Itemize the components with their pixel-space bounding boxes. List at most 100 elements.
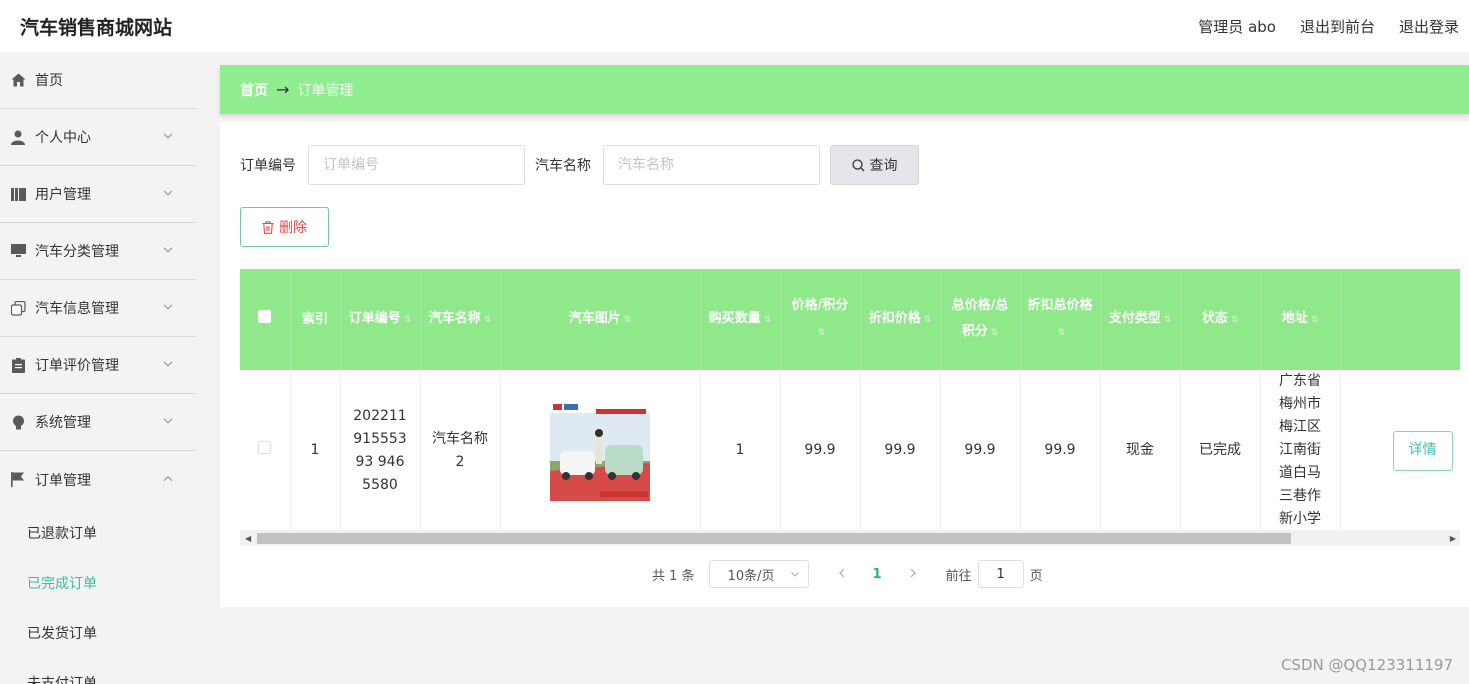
sidebar-item-label: 个人中心 <box>35 130 91 146</box>
select-all-checkbox[interactable] <box>258 309 272 323</box>
sort-icon[interactable]: ⇅ <box>818 320 826 346</box>
scroll-left-icon[interactable]: ◀ <box>245 534 251 543</box>
column-header[interactable]: 汽车图片 ⇅ <box>500 269 701 370</box>
sidebar-subitem-shipped[interactable]: 已发货订单 <box>0 608 196 658</box>
sidebar: 首页 个人中心 用户管理 汽车分类管理 汽车信息管理 订单评价管理 系统管理 订… <box>0 52 196 684</box>
status-cell: 已完成 <box>1180 370 1261 532</box>
monitor-icon <box>10 243 26 259</box>
site-title: 汽车销售商城网站 <box>20 16 173 39</box>
horizontal-scrollbar[interactable]: ◀ ▶ <box>240 530 1460 546</box>
car-image[interactable] <box>550 400 650 501</box>
admin-label: 管理员 abo <box>1198 17 1276 36</box>
clipboard-icon <box>10 357 26 373</box>
sort-icon[interactable]: ⇅ <box>1164 307 1172 333</box>
sidebar-item-car-info[interactable]: 汽车信息管理 <box>0 280 196 337</box>
actions-cell: 详情 <box>1340 370 1460 532</box>
sidebar-item-users[interactable]: 用户管理 <box>0 166 196 223</box>
sidebar-item-orders[interactable]: 订单管理 <box>0 451 196 508</box>
sidebar-subitem-unpaid[interactable]: 未支付订单 <box>0 658 196 684</box>
sort-icon[interactable]: ⇅ <box>1058 320 1066 346</box>
exit-to-front-link[interactable]: 退出到前台 <box>1300 16 1375 37</box>
top-actions: 管理员 abo 退出到前台 退出登录 <box>1198 16 1459 37</box>
column-header[interactable]: 折扣总价格⇅ <box>1020 269 1101 370</box>
delete-button-label: 删除 <box>279 220 307 236</box>
table-row: 1 20221191555393 9465580 汽车名称2 1 99.9 99… <box>240 370 1460 532</box>
sidebar-item-label: 订单管理 <box>35 472 91 489</box>
sidebar-subitem-refunded[interactable]: 已退款订单 <box>0 508 196 558</box>
sidebar-subitem-completed[interactable]: 已完成订单 <box>0 558 196 608</box>
row-checkbox[interactable] <box>258 441 272 454</box>
column-header[interactable]: 汽车名称 ⇅ <box>420 269 501 370</box>
price-cell: 99.9 <box>780 370 861 532</box>
breadcrumb-home[interactable]: 首页 <box>240 80 268 100</box>
column-header[interactable]: 支付类型 ⇅ <box>1100 269 1181 370</box>
logout-link[interactable]: 退出登录 <box>1399 16 1459 37</box>
sidebar-item-home[interactable]: 首页 <box>0 52 196 109</box>
table-header-row: 索引 订单编号 ⇅ 汽车名称 ⇅ 汽车图片 ⇅ 购买数量 ⇅ 价格/积分⇅ 折扣价格 ⇅ … <box>240 269 1460 370</box>
sidebar-item-system[interactable]: 系统管理 <box>0 394 196 451</box>
scrollbar-thumb[interactable] <box>257 533 1291 544</box>
watermark: CSDN @QQ123311197 <box>1280 656 1453 674</box>
sidebar-item-profile[interactable]: 个人中心 <box>0 109 196 166</box>
book-icon <box>10 186 26 202</box>
sidebar-item-order-review[interactable]: 订单评价管理 <box>0 337 196 394</box>
order-no-input[interactable] <box>308 145 525 185</box>
index-cell: 1 <box>290 370 341 532</box>
pagination: 共 1 条 10条/页 1 前往 页 <box>652 560 1043 588</box>
breadcrumb: 首页 → 订单管理 <box>220 65 1469 114</box>
query-button-label: 查询 <box>869 158 898 174</box>
sort-icon[interactable]: ⇅ <box>764 307 772 333</box>
sort-icon[interactable]: ⇅ <box>1311 307 1319 333</box>
pay-type-cell: 现金 <box>1100 370 1181 532</box>
column-header[interactable]: 总价格/总积分 ⇅ <box>940 269 1021 370</box>
top-bar: 汽车销售商城网站 管理员 abo 退出到前台 退出登录 <box>0 0 1469 52</box>
column-header[interactable]: 订单编号 ⇅ <box>340 269 421 370</box>
car-name-input[interactable] <box>603 145 820 185</box>
discount-price-cell: 99.9 <box>860 370 941 532</box>
select-all-cell <box>240 269 291 370</box>
next-page-icon[interactable] <box>898 567 928 582</box>
query-button[interactable]: 查询 <box>830 145 919 185</box>
sort-icon[interactable]: ⇅ <box>484 307 492 333</box>
chevron-down-icon <box>163 418 173 424</box>
sidebar-item-label: 订单评价管理 <box>35 358 119 374</box>
sort-icon[interactable]: ⇅ <box>991 320 999 346</box>
column-header[interactable]: 状态 ⇅ <box>1180 269 1261 370</box>
sort-icon[interactable]: ⇅ <box>1231 307 1239 333</box>
column-header[interactable]: 折扣价格 ⇅ <box>860 269 941 370</box>
page-size-select[interactable]: 10条/页 <box>708 560 809 588</box>
chevron-down-icon <box>163 133 173 139</box>
prev-page-icon[interactable] <box>827 567 857 582</box>
home-icon <box>10 72 26 88</box>
sidebar-item-label: 汽车分类管理 <box>35 244 119 260</box>
chevron-down-icon <box>163 361 173 367</box>
chevron-down-icon <box>163 247 173 253</box>
chevron-down-icon <box>790 572 799 577</box>
sort-icon[interactable]: ⇅ <box>624 307 632 333</box>
chevron-down-icon <box>163 304 173 310</box>
detail-button[interactable]: 详情 <box>1392 430 1453 471</box>
breadcrumb-current: 订单管理 <box>297 82 354 99</box>
search-icon <box>851 158 864 171</box>
column-header[interactable]: 价格/积分⇅ <box>780 269 861 370</box>
delete-button[interactable]: 删除 <box>240 207 329 247</box>
goto-prefix: 前往 <box>945 568 972 584</box>
column-header[interactable]: 地址 ⇅ <box>1260 269 1341 370</box>
goto-page-input[interactable] <box>977 560 1024 588</box>
scroll-right-icon[interactable]: ▶ <box>1450 534 1456 543</box>
goto-suffix: 页 <box>1029 568 1043 584</box>
car-name-cell: 汽车名称2 <box>420 370 501 532</box>
sort-icon[interactable]: ⇅ <box>404 307 412 333</box>
orders-table: 索引 订单编号 ⇅ 汽车名称 ⇅ 汽车图片 ⇅ 购买数量 ⇅ 价格/积分⇅ 折扣价格 ⇅ … <box>240 269 1460 548</box>
sidebar-item-car-category[interactable]: 汽车分类管理 <box>0 223 196 280</box>
column-header: 索引 <box>290 269 341 370</box>
column-header[interactable]: 购买数量 ⇅ <box>700 269 781 370</box>
sidebar-item-label: 系统管理 <box>35 415 91 431</box>
quantity-cell: 1 <box>700 370 781 532</box>
page-number[interactable]: 1 <box>873 567 882 582</box>
sidebar-item-label: 首页 <box>35 73 63 89</box>
sidebar-item-label: 汽车信息管理 <box>35 301 119 317</box>
sidebar-item-label: 用户管理 <box>35 187 91 203</box>
page-size-value: 10条/页 <box>727 568 775 584</box>
sort-icon[interactable]: ⇅ <box>924 307 932 333</box>
